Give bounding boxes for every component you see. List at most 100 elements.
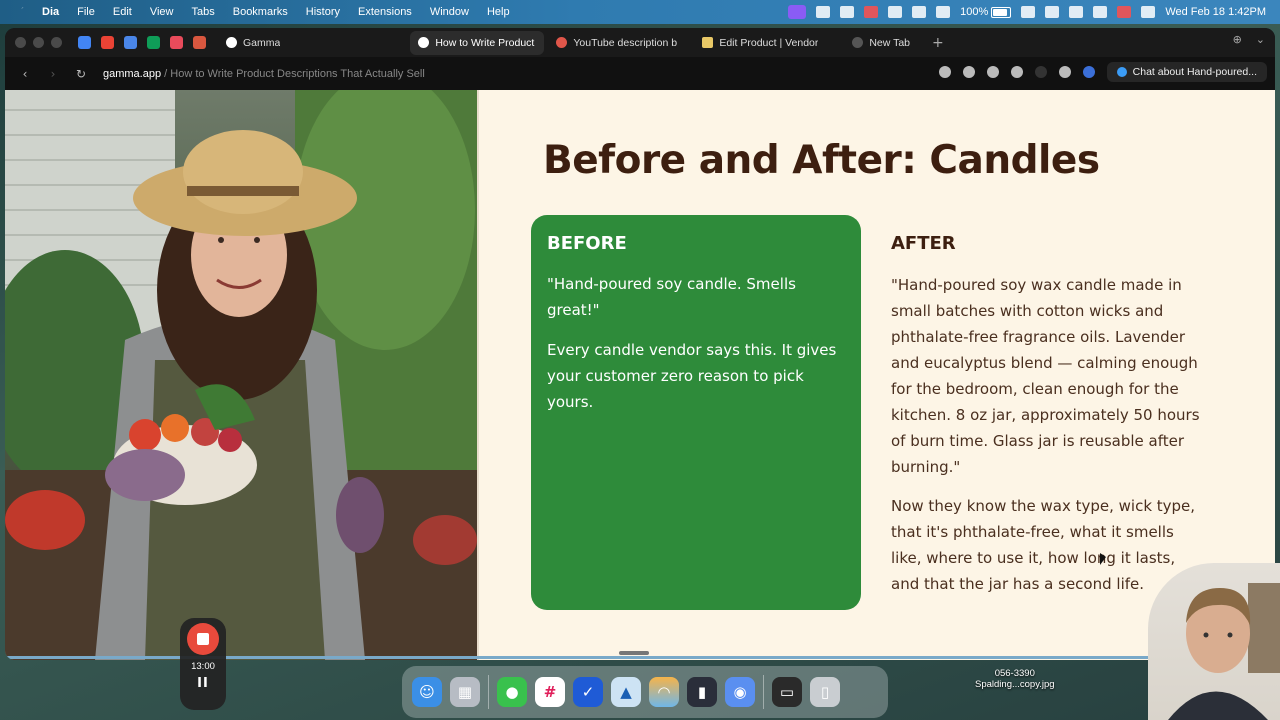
url-path: / How to Write Product Descriptions That… [161,67,425,80]
menu-bar: Dia File Edit View Tabs Bookmarks Histor… [0,0,1280,24]
finder-icon[interactable]: ☺ [412,677,442,707]
pinned-docs-icon[interactable] [124,36,137,49]
back-icon[interactable]: ‹ [17,67,33,81]
recording-controls: 13:00 II [180,618,226,710]
after-heading: AFTER [891,233,956,254]
camera-icon[interactable] [962,66,975,78]
launchpad-icon[interactable]: ▦ [450,677,480,707]
menu-tabs[interactable]: Tabs [191,6,214,18]
things-icon[interactable]: ✓ [573,677,603,707]
address-bar: ‹ › ↻ gamma.app / How to Write Product D… [5,57,1275,90]
webcam-overlay [1148,563,1280,720]
menubar-clock[interactable]: Wed Feb 18 1:42PM [1165,6,1266,18]
trash-icon[interactable]: ▯ [810,677,840,707]
extension-icon[interactable] [1082,66,1095,78]
stop-recording-button[interactable] [187,623,219,655]
calendar-icon[interactable] [864,6,879,18]
audio-app-icon[interactable]: ▮ [687,677,717,707]
tab-gamma[interactable]: Gamma [218,31,288,55]
tab-label: How to Write Product D [435,36,537,49]
before-heading: BEFORE [547,233,627,254]
close-window-button[interactable] [15,37,26,48]
arrow-icon[interactable] [840,6,855,18]
minimize-window-button[interactable] [33,37,44,48]
downloads-icon[interactable]: ▭ [772,677,802,707]
recording-timer: 13:00 [191,661,215,672]
plus-icon[interactable]: + [932,35,944,51]
grammarly-icon[interactable] [888,6,903,18]
divider [477,90,479,660]
menu-app-name[interactable]: Dia [42,6,59,18]
gamma-icon [226,37,237,48]
display-icon[interactable] [1021,6,1036,18]
wifi-icon[interactable] [1069,6,1084,18]
scroll-handle[interactable] [619,651,649,655]
tab-product-descriptions[interactable]: How to Write Product D [410,30,545,55]
arc-icon[interactable]: ◠ [649,677,679,707]
pinned-sheets-icon[interactable] [147,36,160,49]
woman-with-vegetables-image [5,90,477,660]
menu-help[interactable]: Help [487,6,510,18]
extension-icon[interactable] [938,66,951,78]
pause-recording-button[interactable]: II [180,676,226,691]
gardener-photo [5,90,477,660]
chevron-down-icon[interactable]: ⌄ [1256,33,1265,46]
chat-button-label: Chat about Hand-poured... [1132,66,1257,78]
copy-icon[interactable] [986,66,999,78]
tab-youtube-description[interactable]: YouTube description b [548,31,690,55]
menu-edit[interactable]: Edit [113,6,132,18]
pinned-calendar-icon[interactable] [78,36,91,49]
dock: ☺ ▦ ● # ✓ ▲ ◠ ▮ ◉ ▭ ▯ [402,666,888,718]
apple-icon[interactable] [14,5,28,19]
pinned-gmail-icon[interactable] [101,36,114,49]
url-domain: gamma.app [103,67,162,80]
claude-icon [556,37,568,48]
new-tab-icon [852,37,864,48]
zoom-window-button[interactable] [51,37,62,48]
navigation-icon[interactable]: ▲ [611,677,641,707]
battery-indicator[interactable]: 100% [960,6,1012,18]
sync-icon[interactable] [912,6,927,18]
grammarly-icon[interactable] [1010,66,1023,78]
status-area: 100% Wed Feb 18 1:42PM [788,0,1266,24]
tab-label: Gamma [243,36,281,49]
menu-history[interactable]: History [306,6,340,18]
screenshot-icon[interactable] [936,6,951,18]
menu-bookmarks[interactable]: Bookmarks [233,6,288,18]
chat-about-page-button[interactable]: Chat about Hand-poured... [1106,62,1267,82]
menu-extensions[interactable]: Extensions [358,6,412,18]
control-center-icon[interactable] [1141,6,1156,18]
url-field[interactable]: gamma.app / How to Write Product Descrip… [103,68,425,80]
desktop-file-name-line1: 056-3390 [994,668,1035,679]
desktop-file[interactable]: 056-3390 Spalding...copy.jpg [975,668,1055,690]
audio-meter-icon[interactable] [816,6,831,18]
browser-window: Gamma How to Write Product D YouTube des… [5,28,1275,660]
pinned-tabs [78,36,206,49]
tab-edit-product[interactable]: Edit Product | Vendor [694,31,840,55]
search-icon[interactable] [1093,6,1108,18]
user-icon[interactable] [1117,6,1132,18]
menu-file[interactable]: File [77,6,95,18]
tab-label: Edit Product | Vendor [719,36,819,49]
extension-icon[interactable] [1034,66,1047,78]
vendor-icon [702,37,714,48]
tab-new[interactable]: New Tab [844,31,918,55]
dock-separator [763,675,764,709]
screen-record-icon[interactable] [788,5,807,19]
messages-icon[interactable]: ● [497,677,527,707]
mic-app-icon[interactable]: ◉ [725,677,755,707]
download-icon[interactable]: ⊕ [1233,33,1242,46]
menu-window[interactable]: Window [430,6,469,18]
before-card: BEFORE "Hand-poured soy candle. Smells g… [531,215,861,610]
menu-view[interactable]: View [150,6,174,18]
moon-icon[interactable] [1045,6,1060,18]
tab-label: New Tab [869,36,911,49]
pinned-app-icon[interactable] [170,36,183,49]
desktop-file-name-line2: Spalding...copy.jpg [975,679,1055,690]
reload-icon[interactable]: ↻ [73,67,89,81]
slack-icon[interactable]: # [535,677,565,707]
sparkle-icon[interactable] [1058,66,1071,78]
pinned-claude-icon[interactable] [193,36,206,49]
forward-icon[interactable]: › [45,67,61,81]
gamma-icon [418,37,430,48]
